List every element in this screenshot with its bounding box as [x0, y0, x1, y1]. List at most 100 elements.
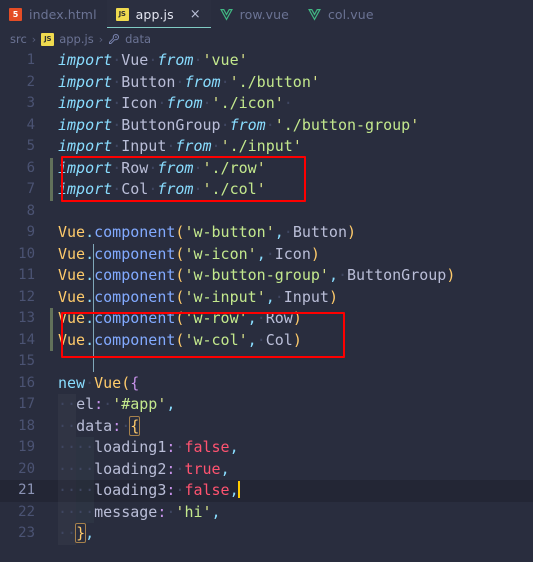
- code-text: ····loading1:·false,: [58, 438, 239, 456]
- code-line[interactable]: 18 ··data:·{: [0, 415, 533, 438]
- text-cursor: [237, 481, 240, 498]
- code-line[interactable]: 16 new·Vue({: [0, 373, 533, 395]
- active-indent-guide: [93, 244, 94, 372]
- breadcrumb-item-app-js[interactable]: JS app.js: [41, 32, 94, 46]
- tab-label: app.js: [135, 6, 174, 22]
- code-text: ····loading2:·true,: [58, 459, 230, 478]
- code-text: Vue.component('w-col',·Col): [58, 330, 302, 349]
- code-text: ····message:·'hi',: [58, 502, 221, 521]
- line-number: 4: [26, 116, 35, 133]
- code-line[interactable]: 2 import·Button·from·'./button': [0, 72, 533, 94]
- tab-app-js[interactable]: JS app.js ×: [106, 0, 211, 28]
- modified-line-marker: [50, 329, 53, 351]
- code-line[interactable]: 17 ··el:·'#app',: [0, 394, 533, 416]
- editor-tab-bar: 5 index.html JS app.js × row.vue col.vue: [0, 0, 533, 28]
- tab-index-html[interactable]: 5 index.html: [0, 0, 107, 28]
- line-number: 16: [18, 374, 35, 391]
- breadcrumb-item-data[interactable]: data: [108, 32, 151, 46]
- line-number: 3: [26, 95, 35, 111]
- code-line[interactable]: 9 Vue.component('w-button',·Button): [0, 222, 533, 244]
- tab-label: row.vue: [239, 6, 289, 22]
- code-line[interactable]: 12 Vue.component('w-input',·Input): [0, 287, 533, 309]
- line-number: 13: [18, 310, 35, 326]
- code-line-active[interactable]: 21 ····loading3:·false,: [0, 480, 533, 502]
- line-number: 8: [26, 202, 35, 219]
- code-line[interactable]: 3 import·Icon·from·'./icon'·: [0, 93, 533, 115]
- bracket-match-highlight: }: [75, 523, 87, 543]
- breadcrumb: src › JS app.js › data: [0, 28, 533, 50]
- code-text: import·Button·from·'./button': [58, 72, 320, 91]
- code-text: Vue.component('w-button',·Button): [58, 223, 357, 241]
- line-number: 19: [18, 439, 35, 455]
- code-line[interactable]: 13 Vue.component('w-row',·Row): [0, 308, 533, 330]
- code-line[interactable]: 4 import·ButtonGroup·from·'./button-grou…: [0, 115, 533, 137]
- code-text: Vue.component('w-icon',·Icon): [58, 244, 320, 263]
- code-text: import·Vue·from·'vue': [58, 51, 248, 69]
- breadcrumb-label: src: [10, 32, 27, 46]
- line-number: 6: [26, 159, 35, 176]
- modified-line-marker: [50, 308, 53, 330]
- code-text: Vue.component('w-row',·Row): [58, 309, 302, 327]
- code-text: ··},: [58, 523, 95, 543]
- code-line[interactable]: 8: [0, 201, 533, 223]
- line-number: 14: [18, 331, 35, 348]
- html5-icon: 5: [9, 7, 22, 21]
- line-number: 21: [18, 482, 35, 498]
- vue-icon: [219, 8, 233, 21]
- line-number: 15: [18, 353, 35, 369]
- code-text: import·ButtonGroup·from·'./button-group': [58, 115, 420, 134]
- breadcrumb-label: app.js: [59, 32, 94, 46]
- code-line[interactable]: 22 ····message:·'hi',: [0, 501, 533, 523]
- code-line[interactable]: 7 import·Col·from·'./col': [0, 179, 533, 201]
- tab-label: col.vue: [327, 6, 374, 22]
- code-text: new·Vue({: [58, 373, 140, 392]
- code-line[interactable]: 10 Vue.component('w-icon',·Icon): [0, 244, 533, 266]
- chevron-right-icon: ›: [98, 32, 104, 46]
- modified-line-marker: [50, 157, 53, 179]
- line-number: 2: [26, 73, 35, 90]
- code-editor[interactable]: 1 import·Vue·from·'vue' 2 import·Button·…: [0, 50, 533, 562]
- line-number: 11: [18, 267, 35, 283]
- code-line[interactable]: 6 import·Row·from·'./row': [0, 157, 533, 179]
- code-line[interactable]: 11 Vue.component('w-button-group',·Butto…: [0, 265, 533, 287]
- line-number: 18: [18, 417, 35, 434]
- code-line[interactable]: 15: [0, 351, 533, 373]
- code-line[interactable]: 23 ··},: [0, 523, 533, 545]
- code-text: ··data:·{: [58, 415, 141, 436]
- breadcrumb-label: data: [125, 32, 152, 46]
- code-line[interactable]: 5 import·Input·from·'./input': [0, 136, 533, 158]
- line-number: 5: [26, 138, 35, 154]
- line-number: 10: [18, 245, 35, 262]
- code-line[interactable]: 1 import·Vue·from·'vue': [0, 50, 533, 72]
- code-text: import·Row·from·'./row': [58, 158, 266, 177]
- tab-row-vue[interactable]: row.vue: [211, 0, 299, 28]
- code-text: import·Icon·from·'./icon'·: [58, 94, 293, 112]
- line-number: 22: [18, 503, 35, 520]
- bracket-match-highlight: {: [129, 415, 141, 436]
- line-number: 20: [18, 460, 35, 477]
- modified-line-marker: [50, 179, 53, 201]
- chevron-right-icon: ›: [31, 32, 37, 46]
- code-line[interactable]: 20 ····loading2:·true,: [0, 458, 533, 480]
- js-icon: JS: [115, 7, 129, 21]
- line-number: 7: [26, 181, 35, 197]
- vue-icon: [308, 8, 321, 21]
- line-number: 17: [18, 396, 35, 412]
- code-text: ··el:·'#app',: [58, 395, 176, 413]
- line-number: 1: [26, 52, 35, 68]
- tab-label: index.html: [29, 6, 97, 22]
- property-icon: [108, 33, 120, 45]
- tab-col-vue[interactable]: col.vue: [299, 0, 384, 28]
- line-number: 23: [18, 525, 35, 541]
- code-line[interactable]: 14 Vue.component('w-col',·Col): [0, 329, 533, 351]
- code-text: import·Input·from·'./input': [58, 137, 302, 155]
- breadcrumb-item-src[interactable]: src: [10, 32, 27, 46]
- code-line[interactable]: 19 ····loading1:·false,: [0, 437, 533, 459]
- js-icon: JS: [41, 32, 55, 46]
- code-text: ····loading3:·false,: [58, 481, 240, 499]
- code-editor-window: 5 index.html JS app.js × row.vue col.vue: [0, 0, 533, 562]
- code-text: Vue.component('w-button-group',·ButtonGr…: [58, 266, 456, 284]
- line-number: 9: [26, 224, 35, 240]
- close-icon[interactable]: ×: [190, 8, 201, 21]
- line-number: 12: [18, 288, 35, 305]
